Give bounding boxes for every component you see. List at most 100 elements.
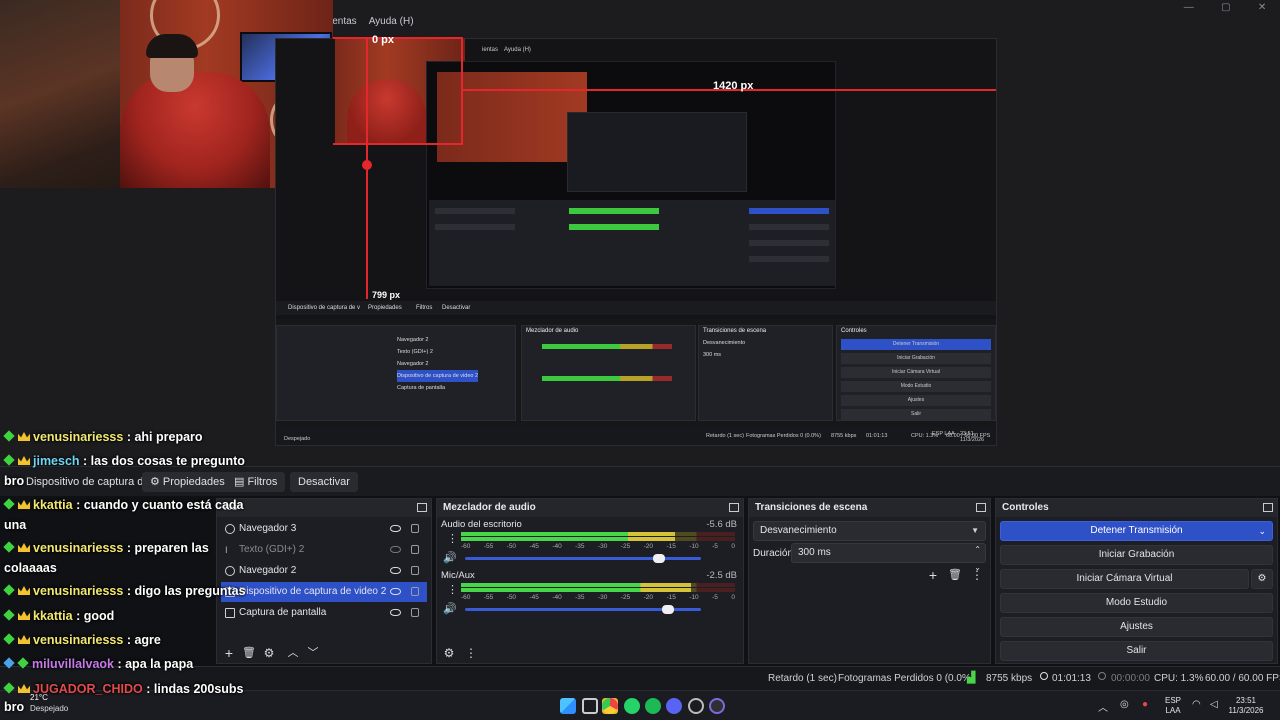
distance-label-mid: 799 px bbox=[372, 290, 401, 300]
task-view-icon[interactable] bbox=[582, 698, 598, 714]
language-top[interactable]: ESP bbox=[1160, 696, 1186, 706]
transition-select[interactable]: Desvanecimiento ▼ bbox=[753, 521, 986, 541]
channel-db: -2.5 dB bbox=[706, 570, 737, 581]
scale-tick: -10 bbox=[689, 594, 699, 601]
maximize-icon[interactable]: ▢ bbox=[1221, 2, 1230, 13]
nested-status: 01:01:13 bbox=[866, 433, 888, 439]
duration-label: Duración bbox=[753, 548, 794, 559]
scale-tick: -45 bbox=[529, 543, 539, 550]
transition-value: Desvanecimiento bbox=[760, 525, 837, 536]
audio-mixer-dock: Mezclador de audio Audio del escritorio … bbox=[436, 498, 744, 664]
eye-icon[interactable] bbox=[390, 588, 401, 595]
chat-username: kkattia bbox=[33, 609, 73, 623]
nested-duration: 300 ms bbox=[703, 352, 722, 358]
nested-mixer-panel: Mezclador de audio bbox=[521, 325, 696, 421]
status-bitrate: 8755 kbps bbox=[986, 673, 1033, 684]
chat-message: colaaaas bbox=[4, 561, 57, 575]
language-bottom[interactable]: LAA bbox=[1160, 706, 1186, 716]
chat-username: venusinariesss bbox=[33, 633, 124, 647]
mixer-menu-icon[interactable]: ⋮ bbox=[463, 645, 479, 661]
nested-tray: 23:51 11/3/2026 bbox=[960, 431, 985, 443]
chevron-up-icon[interactable]: ︿ bbox=[1098, 699, 1108, 714]
lock-icon[interactable] bbox=[411, 608, 419, 617]
move-up-icon[interactable]: ︿ bbox=[285, 645, 301, 661]
obs-icon[interactable] bbox=[709, 698, 725, 714]
controls-title: Controles bbox=[1002, 502, 1049, 513]
scale-tick: -55 bbox=[483, 543, 494, 550]
lock-icon[interactable] bbox=[411, 587, 419, 596]
chevron-down-icon[interactable]: ⌄ bbox=[1258, 522, 1266, 540]
lock-icon[interactable] bbox=[411, 566, 419, 575]
volume-slider[interactable] bbox=[465, 554, 701, 563]
lock-icon[interactable] bbox=[411, 545, 419, 554]
kebab-icon[interactable]: ⋮ bbox=[447, 532, 458, 545]
preview-canvas[interactable]: ientas Ayuda (H) — ▢ ✕ ientas Ayuda (H) bbox=[0, 0, 1280, 466]
eye-icon[interactable] bbox=[390, 525, 401, 532]
chat-username: JUGADOR_CHIDO bbox=[33, 682, 143, 696]
source-properties-icon[interactable]: ⚙ bbox=[261, 645, 277, 661]
clock-time[interactable]: 23:51 bbox=[1226, 696, 1266, 706]
move-down-icon[interactable]: ﹀ bbox=[305, 645, 321, 661]
exit-button[interactable]: Salir bbox=[1000, 641, 1273, 661]
menu-item-tools[interactable]: ientas bbox=[330, 16, 357, 30]
menu-item-help[interactable]: Ayuda (H) bbox=[369, 16, 414, 30]
scale-tick: -35 bbox=[575, 594, 585, 601]
speaker-icon[interactable]: 🔊 bbox=[443, 602, 457, 615]
chrome-icon[interactable] bbox=[602, 698, 618, 714]
trash-icon[interactable]: 🗑 bbox=[947, 567, 963, 583]
transition-menu-icon[interactable]: ⋮ bbox=[969, 567, 985, 583]
lock-icon[interactable] bbox=[411, 524, 419, 533]
volume-knob[interactable] bbox=[661, 605, 674, 614]
steam-icon[interactable] bbox=[688, 698, 704, 714]
clock-date[interactable]: 11/3/2026 bbox=[1222, 706, 1270, 716]
whatsapp-icon[interactable] bbox=[624, 698, 640, 714]
guide-line-bottom bbox=[333, 143, 463, 145]
nested-menu-item: Ayuda (H) bbox=[504, 47, 531, 53]
channel-name: Audio del escritorio bbox=[441, 519, 522, 530]
stop-stream-button[interactable]: Detener Transmisión ⌄ bbox=[1000, 521, 1273, 541]
scale-tick: -35 bbox=[575, 543, 585, 550]
mic-icon[interactable]: ● bbox=[1142, 699, 1148, 710]
nested-control: Iniciar Grabación bbox=[841, 353, 991, 364]
undock-icon[interactable] bbox=[729, 503, 739, 512]
volume-knob[interactable] bbox=[652, 554, 665, 563]
eye-icon[interactable] bbox=[390, 567, 401, 574]
advanced-audio-icon[interactable]: ⚙ bbox=[441, 645, 457, 661]
deactivate-button[interactable]: Desactivar bbox=[290, 472, 358, 492]
scale-tick: -60 bbox=[461, 543, 471, 550]
studio-mode-button[interactable]: Modo Estudio bbox=[1000, 593, 1273, 613]
mod-badge-icon bbox=[17, 657, 29, 669]
undock-icon[interactable] bbox=[417, 503, 427, 512]
nested-ctx-bar: Dispositivo de captura de v Propiedades … bbox=[276, 301, 996, 315]
duration-input[interactable]: 300 ms ⌃ ⌄ bbox=[791, 543, 986, 572]
settings-button[interactable]: Ajustes bbox=[1000, 617, 1273, 637]
volume-icon[interactable]: ◁ bbox=[1210, 699, 1218, 710]
nested-source: Navegador 2 bbox=[397, 361, 429, 367]
spotify-icon[interactable] bbox=[645, 698, 661, 714]
undock-icon[interactable] bbox=[1263, 503, 1273, 512]
eye-hidden-icon[interactable] bbox=[390, 546, 401, 553]
minimize-icon[interactable]: — bbox=[1184, 2, 1194, 13]
scale-tick: -10 bbox=[689, 543, 699, 550]
virtual-camera-settings-icon[interactable]: ⚙ bbox=[1251, 569, 1273, 589]
transform-handle[interactable] bbox=[362, 160, 372, 170]
undock-icon[interactable] bbox=[976, 503, 986, 512]
add-transition-button[interactable]: + bbox=[925, 567, 941, 583]
speaker-icon[interactable]: 🔊 bbox=[443, 551, 457, 564]
start-icon[interactable] bbox=[560, 698, 576, 714]
start-virtual-camera-button[interactable]: Iniciar Cámara Virtual bbox=[1000, 569, 1249, 589]
wifi-icon[interactable]: ◠ bbox=[1192, 699, 1201, 710]
mod-badge-icon bbox=[3, 633, 15, 645]
streamer-hair bbox=[146, 34, 198, 58]
close-icon[interactable]: ✕ bbox=[1258, 2, 1266, 13]
nested-panel-title: Transiciones de escena bbox=[703, 328, 767, 334]
start-recording-button[interactable]: Iniciar Grabación bbox=[1000, 545, 1273, 565]
eye-icon[interactable] bbox=[390, 609, 401, 616]
nested-ctx-label: Dispositivo de captura de v bbox=[288, 305, 361, 311]
chat-username: venusinariesss bbox=[33, 430, 124, 444]
volume-slider[interactable] bbox=[465, 605, 701, 614]
discord-icon[interactable] bbox=[666, 698, 682, 714]
tray-app-icon[interactable]: ◎ bbox=[1120, 699, 1129, 710]
mod-badge-icon bbox=[3, 609, 15, 621]
kebab-icon[interactable]: ⋮ bbox=[447, 583, 458, 596]
